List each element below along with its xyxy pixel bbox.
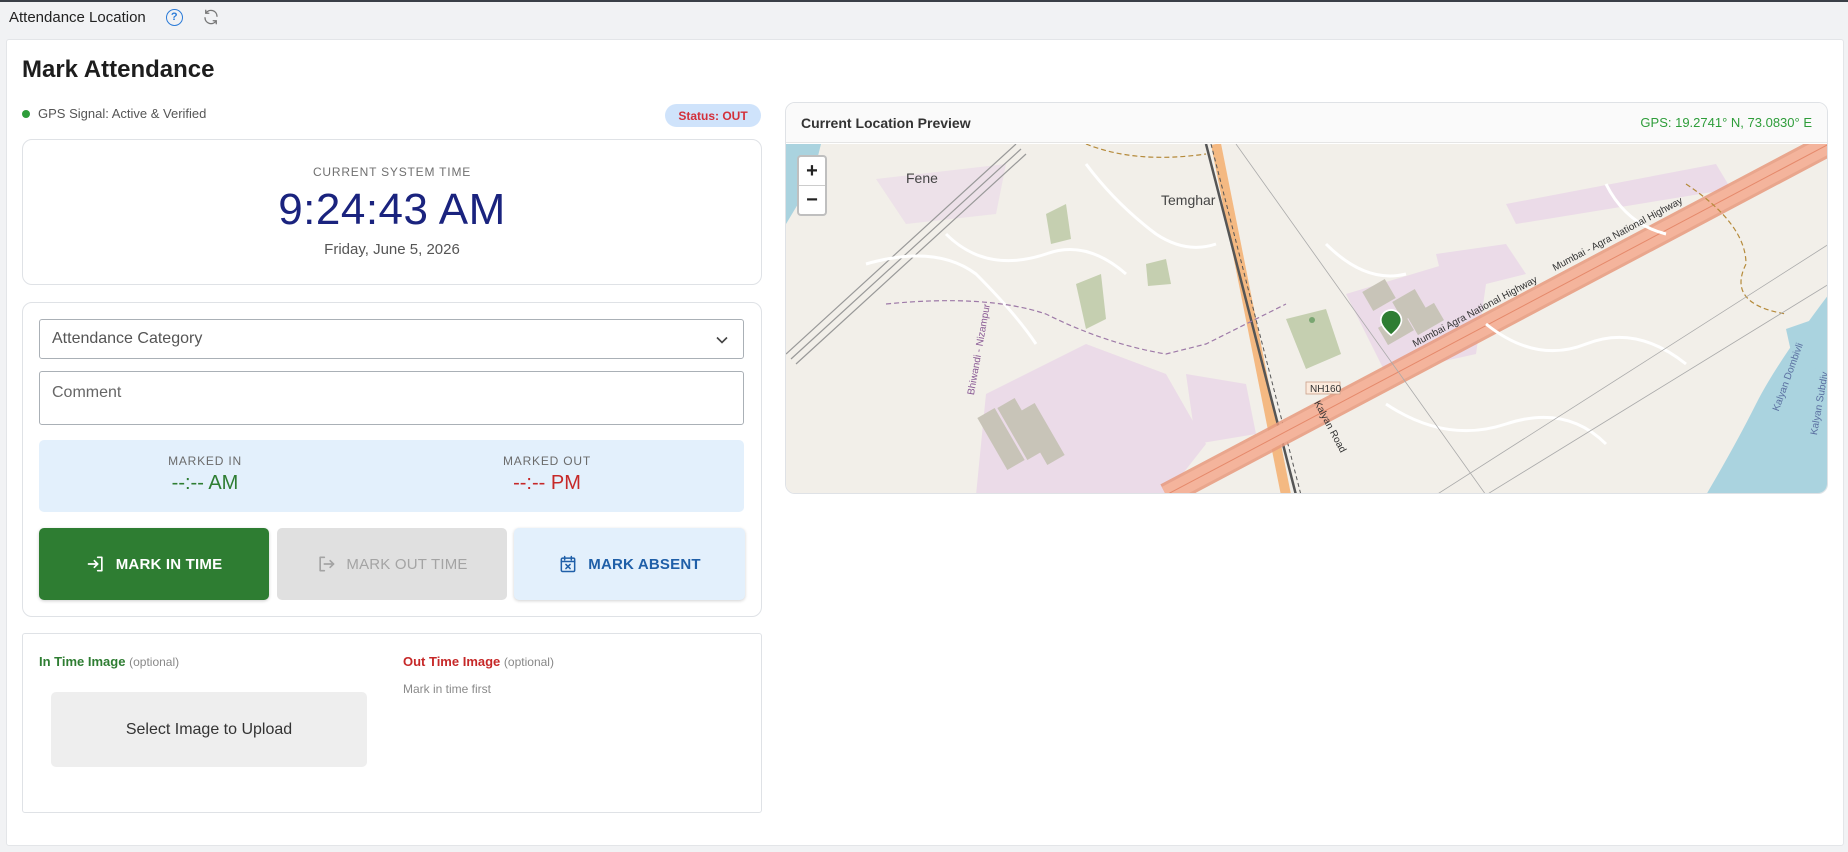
mark-out-time-label: MARK OUT TIME	[346, 555, 468, 573]
status-badge: Status: OUT	[665, 104, 761, 127]
in-time-image-heading: In Time Image (optional)	[39, 654, 179, 669]
out-time-image-heading: Out Time Image (optional)	[403, 654, 554, 669]
zoom-out-button[interactable]: −	[799, 186, 825, 215]
system-time-value: 9:24:43 AM	[278, 185, 506, 234]
map-header: Current Location Preview GPS: 19.2741° N…	[786, 103, 1827, 143]
login-icon	[87, 556, 103, 572]
gps-signal: GPS Signal: Active & Verified	[22, 106, 206, 121]
map-canvas[interactable]: + − Fene Temghar NH160 Mumbai Agra Natio…	[786, 144, 1827, 493]
select-image-upload-button[interactable]: Select Image to Upload	[51, 692, 367, 767]
attendance-category-placeholder: Attendance Category	[52, 330, 203, 347]
mark-out-time-button[interactable]: MARK OUT TIME	[277, 528, 507, 600]
select-image-upload-label: Select Image to Upload	[125, 720, 293, 738]
out-time-image-label: Out Time Image	[403, 654, 501, 669]
top-bar-title: Attendance Location	[9, 8, 146, 26]
in-time-image-label: In Time Image	[39, 654, 126, 669]
attendance-form-panel: Attendance Category Comment MARKED IN --…	[22, 302, 762, 617]
attendance-category-select[interactable]: Attendance Category	[39, 319, 744, 359]
system-time-panel: CURRENT SYSTEM TIME 9:24:43 AM Friday, J…	[22, 139, 762, 285]
map-gps-readout: GPS: 19.2741° N, 73.0830° E	[1640, 115, 1812, 130]
map-label-temghar: Temghar	[1161, 192, 1216, 208]
mark-in-time-label: MARK IN TIME	[115, 555, 223, 573]
mark-absent-button[interactable]: MARK ABSENT	[514, 528, 745, 600]
system-time-label: CURRENT SYSTEM TIME	[312, 165, 472, 179]
map-label-fene: Fene	[906, 170, 938, 186]
map-zoom-control: + −	[797, 155, 827, 216]
top-bar: Attendance Location ?	[0, 2, 1848, 32]
marked-in-value: --:-- AM	[171, 472, 239, 494]
gps-signal-text: GPS Signal: Active & Verified	[38, 106, 207, 121]
logout-icon	[319, 556, 335, 572]
marked-out-group: MARKED OUT --:-- PM	[447, 454, 647, 495]
zoom-in-button[interactable]: +	[799, 157, 825, 186]
question-circle-icon[interactable]: ?	[165, 8, 183, 26]
calendar-x-icon	[560, 555, 576, 573]
mark-absent-label: MARK ABSENT	[588, 555, 701, 573]
map-tiles	[786, 144, 1827, 493]
marked-out-value: --:-- PM	[513, 472, 581, 494]
out-time-image-note: Mark in time first	[403, 682, 492, 696]
mark-in-time-button[interactable]: MARK IN TIME	[39, 528, 269, 600]
out-time-image-optional: (optional)	[503, 655, 554, 669]
in-time-image-optional: (optional)	[129, 655, 180, 669]
map-label-nh160: NH160	[1310, 384, 1342, 395]
map-title: Current Location Preview	[801, 114, 971, 131]
marked-in-label: MARKED IN	[168, 454, 242, 468]
location-preview-panel: Current Location Preview GPS: 19.2741° N…	[785, 102, 1828, 494]
marked-out-label: MARKED OUT	[502, 454, 591, 468]
image-upload-panel: In Time Image (optional) Select Image to…	[22, 633, 762, 813]
page-title: Mark Attendance	[22, 56, 215, 83]
comment-placeholder: Comment	[52, 384, 122, 401]
comment-input[interactable]: Comment	[39, 371, 744, 425]
refresh-icon[interactable]	[202, 8, 220, 26]
gps-status-dot-icon	[22, 109, 30, 118]
chevron-down-icon	[716, 336, 728, 344]
marked-in-group: MARKED IN --:-- AM	[105, 454, 305, 495]
system-date-value: Friday, June 5, 2026	[324, 241, 460, 258]
marked-times-box: MARKED IN --:-- AM MARKED OUT --:-- PM	[39, 440, 744, 512]
